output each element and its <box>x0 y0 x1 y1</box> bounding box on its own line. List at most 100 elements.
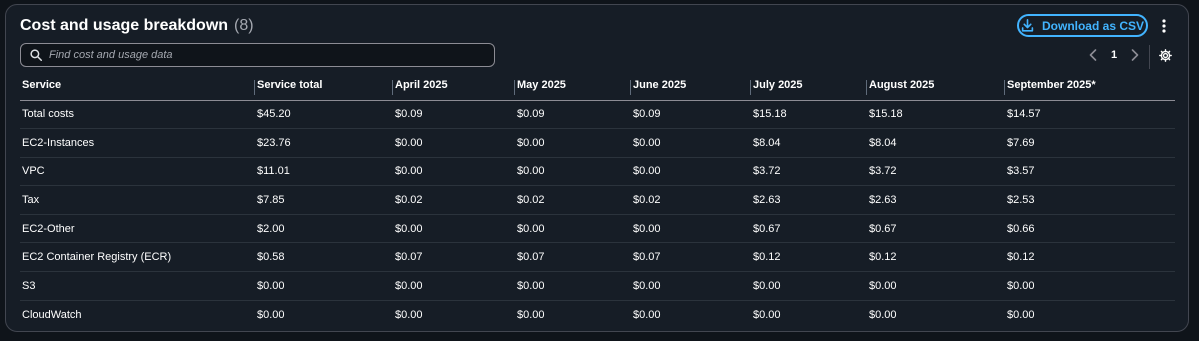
next-page-button[interactable] <box>1129 48 1141 62</box>
cell-service-total: $0.00 <box>255 271 393 301</box>
panel-title: Cost and usage breakdown <box>20 17 229 34</box>
cell-june-2025: $0.00 <box>631 214 751 244</box>
column-header-service[interactable]: Service <box>20 71 255 101</box>
prev-page-button[interactable] <box>1087 48 1099 62</box>
chevron-right-icon <box>1131 49 1139 61</box>
table-row: EC2 Container Registry (ECR) $0.58 $0.07… <box>20 242 1175 273</box>
cell-june-2025: $0.07 <box>631 242 751 273</box>
cell-august-2025: $3.72 <box>867 157 1005 187</box>
pager-divider <box>1149 45 1150 69</box>
table-row: S3 $0.00 $0.00 $0.00 $0.00 $0.00 $0.00 $… <box>20 271 1175 301</box>
cell-service: EC2-Other <box>20 214 255 244</box>
cell-august-2025: $0.67 <box>867 214 1005 244</box>
cell-service: Total costs <box>20 100 255 130</box>
cell-september-2025: $3.57 <box>1005 157 1175 187</box>
cell-september-2025: $7.69 <box>1005 128 1175 158</box>
gear-icon <box>1158 48 1172 62</box>
cell-august-2025: $0.12 <box>867 242 1005 273</box>
download-icon <box>1021 19 1034 32</box>
cell-april-2025: $0.00 <box>395 308 423 321</box>
cell-april-2025: $0.00 <box>393 214 515 244</box>
cell-july-2025: $0.12 <box>751 242 867 273</box>
column-header-september-2025[interactable]: September 2025* <box>1005 71 1175 101</box>
cell-july-2025: $15.18 <box>751 100 867 130</box>
column-header-service-total[interactable]: Service total <box>255 71 393 101</box>
page-number-button[interactable]: 1 <box>1111 49 1117 61</box>
table-row: CloudWatch $0.00 $0.00 $0.00 $0.00 $0.00… <box>20 300 1175 329</box>
cell-june-2025: $0.00 <box>631 157 751 187</box>
table-row: VPC $11.01 $0.00 $0.00 $0.00 $3.72 $3.72… <box>20 157 1175 187</box>
cell-june-2025: $0.09 <box>631 100 751 130</box>
cell-july-2025: $3.72 <box>751 157 867 187</box>
cell-service: VPC <box>20 157 255 187</box>
table-row: EC2-Instances $23.76 $0.00 $0.00 $0.00 $… <box>20 128 1175 158</box>
cell-september-2025: $14.57 <box>1005 100 1175 130</box>
cost-table: Service Service total April 2025 May 202… <box>20 71 1175 329</box>
row-count: (8) <box>234 17 254 34</box>
cell-may-2025: $0.07 <box>515 242 631 273</box>
cell-service-total: $0.00 <box>257 308 285 321</box>
cell-april-2025: $0.09 <box>393 100 515 130</box>
column-header-august-2025[interactable]: August 2025 <box>867 71 1005 101</box>
cell-april-2025: $0.02 <box>393 185 515 215</box>
cell-august-2025: $0.00 <box>869 308 897 321</box>
table-row: Total costs $45.20 $0.09 $0.09 $0.09 $15… <box>20 100 1175 130</box>
more-actions-button[interactable] <box>1156 16 1172 36</box>
cell-service-total: $2.00 <box>255 214 393 244</box>
cell-service: EC2-Instances <box>20 128 255 158</box>
cell-service-total: $23.76 <box>255 128 393 158</box>
cell-service: CloudWatch <box>22 308 82 321</box>
cell-april-2025: $0.00 <box>393 157 515 187</box>
search-input[interactable] <box>49 49 469 61</box>
cell-august-2025: $8.04 <box>867 128 1005 158</box>
cell-may-2025: $0.00 <box>517 308 545 321</box>
cell-july-2025: $0.00 <box>751 271 867 301</box>
cell-service: S3 <box>20 271 255 301</box>
cell-service-total: $11.01 <box>255 157 393 187</box>
cell-july-2025: $0.00 <box>753 308 781 321</box>
cell-service-total: $7.85 <box>255 185 393 215</box>
cell-july-2025: $0.67 <box>751 214 867 244</box>
cell-june-2025: $0.00 <box>631 271 751 301</box>
chevron-left-icon <box>1089 49 1097 61</box>
cell-august-2025: $15.18 <box>867 100 1005 130</box>
download-csv-label: Download as CSV <box>1041 18 1145 33</box>
cell-service: EC2 Container Registry (ECR) <box>20 242 255 273</box>
cell-july-2025: $8.04 <box>751 128 867 158</box>
cell-july-2025: $2.63 <box>751 185 867 215</box>
download-csv-button[interactable]: Download as CSV <box>1017 14 1148 37</box>
kebab-menu-icon <box>1162 19 1166 33</box>
column-header-july-2025[interactable]: July 2025 <box>751 71 867 101</box>
cell-service-total: $0.58 <box>255 242 393 273</box>
cell-september-2025: $0.00 <box>1007 308 1035 321</box>
column-header-june-2025[interactable]: June 2025 <box>631 71 751 101</box>
cell-may-2025: $0.00 <box>515 128 631 158</box>
cell-april-2025: $0.00 <box>393 128 515 158</box>
table-row: EC2-Other $2.00 $0.00 $0.00 $0.00 $0.67 … <box>20 214 1175 244</box>
cell-june-2025: $0.02 <box>631 185 751 215</box>
cell-april-2025: $0.00 <box>393 271 515 301</box>
cell-september-2025: $0.66 <box>1005 214 1175 244</box>
cell-june-2025: $0.00 <box>631 128 751 158</box>
column-header-may-2025[interactable]: May 2025 <box>515 71 631 101</box>
cell-august-2025: $0.00 <box>867 271 1005 301</box>
cell-may-2025: $0.00 <box>515 157 631 187</box>
search-box <box>20 43 495 67</box>
cell-may-2025: $0.00 <box>515 271 631 301</box>
cell-june-2025: $0.00 <box>633 308 661 321</box>
column-header-april-2025[interactable]: April 2025 <box>393 71 515 101</box>
cell-service: Tax <box>20 185 255 215</box>
cost-usage-panel: Cost and usage breakdown (8) Download as… <box>5 4 1189 332</box>
cell-september-2025: $2.53 <box>1005 185 1175 215</box>
cell-september-2025: $0.00 <box>1005 271 1175 301</box>
cell-april-2025: $0.07 <box>393 242 515 273</box>
panel-header: Cost and usage breakdown (8) <box>20 17 254 35</box>
cell-may-2025: $0.02 <box>515 185 631 215</box>
cell-may-2025: $0.00 <box>515 214 631 244</box>
pagination: 1 <box>1087 45 1141 65</box>
cell-september-2025: $0.12 <box>1005 242 1175 273</box>
table-row: Tax $7.85 $0.02 $0.02 $0.02 $2.63 $2.63 … <box>20 185 1175 215</box>
search-icon <box>30 49 42 61</box>
cell-may-2025: $0.09 <box>515 100 631 130</box>
table-settings-button[interactable] <box>1158 48 1172 62</box>
